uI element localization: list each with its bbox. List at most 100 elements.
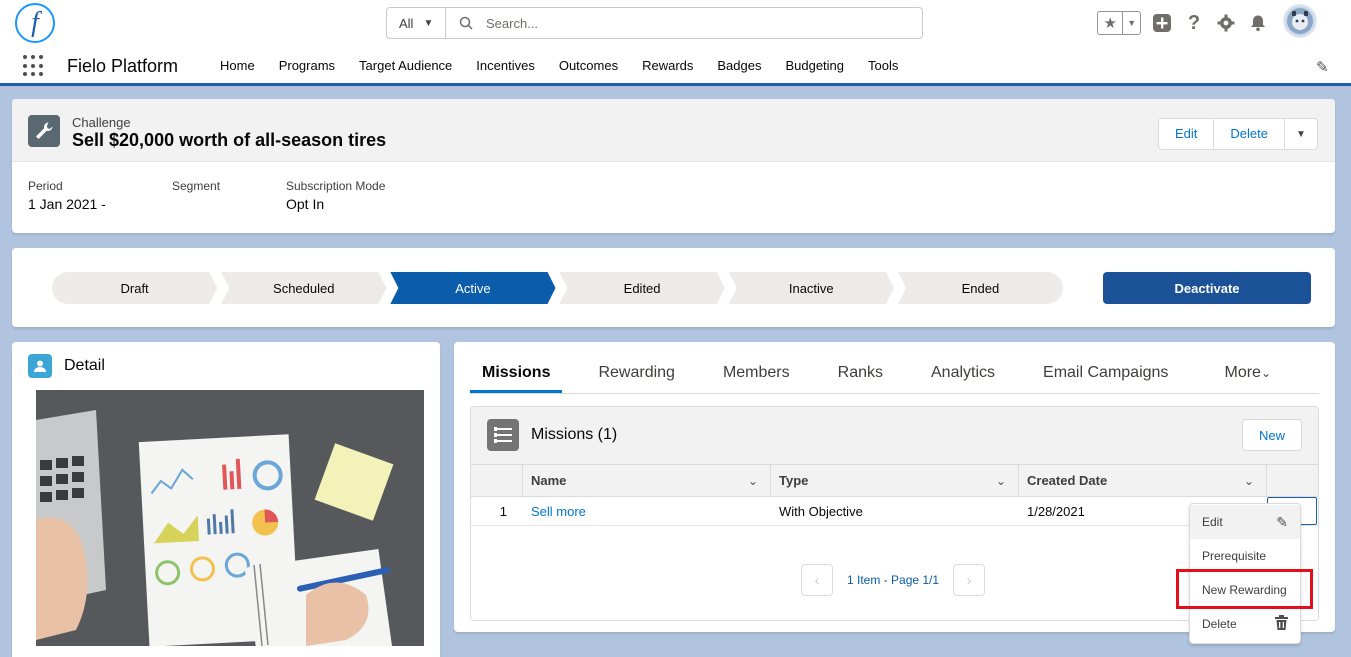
nav-item-outcomes[interactable]: Outcomes xyxy=(547,46,630,86)
deactivate-button[interactable]: Deactivate xyxy=(1103,272,1311,304)
related-list-header: Missions (1) New xyxy=(471,407,1318,464)
related-list-title: Missions (1) xyxy=(531,426,618,443)
tab-members[interactable]: Members xyxy=(711,354,802,393)
path-stage-scheduled[interactable]: Scheduled xyxy=(221,272,386,304)
app-launcher-icon[interactable] xyxy=(23,55,45,77)
field-label: Segment xyxy=(172,179,221,193)
app-nav-bar: Fielo Platform Home Programs Target Audi… xyxy=(0,46,1351,86)
delete-button[interactable]: Delete xyxy=(1214,119,1285,149)
nav-item-target-audience[interactable]: Target Audience xyxy=(347,46,464,86)
star-icon[interactable]: ★ xyxy=(1098,12,1124,34)
record-type: Challenge xyxy=(72,115,131,130)
path-stage-edited[interactable]: Edited xyxy=(560,272,725,304)
avatar[interactable] xyxy=(1283,4,1317,38)
status-path: Draft Scheduled Active Edited Inactive E… xyxy=(52,272,1064,304)
chevron-down-icon[interactable]: ▼ xyxy=(1123,12,1140,34)
nav-item-rewards[interactable]: Rewards xyxy=(630,46,705,86)
column-header-actions xyxy=(1267,465,1318,496)
next-page-button[interactable]: › xyxy=(953,564,986,596)
field-subscription-mode: Subscription Mode Opt In xyxy=(286,179,385,213)
chevron-down-icon: ▼ xyxy=(423,17,434,29)
new-mission-button[interactable]: New xyxy=(1242,419,1302,451)
column-header-name[interactable]: Name ⌄ xyxy=(523,465,771,496)
global-search: All ▼ xyxy=(386,7,923,39)
path-stage-ended[interactable]: Ended xyxy=(897,272,1064,304)
chevron-down-icon[interactable]: ⌄ xyxy=(748,474,758,488)
pagination: ‹ 1 Item - Page 1/1 › xyxy=(801,564,986,596)
tab-analytics[interactable]: Analytics xyxy=(919,354,1007,393)
status-path-card: Draft Scheduled Active Edited Inactive E… xyxy=(12,248,1335,327)
gear-icon[interactable] xyxy=(1215,11,1237,35)
bell-icon[interactable] xyxy=(1247,11,1269,35)
row-number: 1 xyxy=(499,503,507,519)
tab-email-campaigns[interactable]: Email Campaigns xyxy=(1031,354,1180,393)
chevron-down-icon[interactable]: ⌄ xyxy=(996,474,1006,488)
table-header: Name ⌄ Type ⌄ Created Date ⌄ xyxy=(471,464,1318,497)
nav-item-tools[interactable]: Tools xyxy=(856,46,910,86)
nav-item-badges[interactable]: Badges xyxy=(705,46,773,86)
column-label: Type xyxy=(779,473,809,488)
edit-button[interactable]: Edit xyxy=(1159,119,1215,149)
wrench-icon xyxy=(28,115,60,147)
field-period: Period 1 Jan 2021 - xyxy=(28,179,122,213)
previous-page-button[interactable]: ‹ xyxy=(801,564,833,596)
tab-more-label: More xyxy=(1224,364,1261,381)
chevron-down-icon[interactable]: ▼ xyxy=(1285,119,1317,149)
detail-title: Detail xyxy=(64,357,105,374)
menu-item-label: Edit xyxy=(1202,515,1223,529)
nav-item-home[interactable]: Home xyxy=(208,46,267,86)
global-header: f All ▼ ★ ▼ ? xyxy=(0,0,1351,46)
field-label: Period xyxy=(28,179,63,193)
chevron-down-icon[interactable]: ⌄ xyxy=(1244,474,1254,488)
record-title: Sell $20,000 worth of all-season tires xyxy=(72,130,387,150)
detail-card: Detail xyxy=(12,342,440,657)
highlight-box xyxy=(1176,569,1313,609)
nav-item-incentives[interactable]: Incentives xyxy=(464,46,547,86)
pencil-icon: ✎ xyxy=(1276,513,1288,530)
add-icon[interactable] xyxy=(1151,11,1173,35)
tab-more[interactable]: More⌄ xyxy=(1212,354,1283,393)
field-value xyxy=(172,196,236,213)
record-header: Challenge Sell $20,000 worth of all-seas… xyxy=(12,99,1335,233)
column-header-created-date[interactable]: Created Date ⌄ xyxy=(1019,465,1267,496)
path-stage-draft[interactable]: Draft xyxy=(52,272,217,304)
menu-item-label: Delete xyxy=(1202,617,1237,631)
column-header-type[interactable]: Type ⌄ xyxy=(771,465,1019,496)
search-input[interactable] xyxy=(486,15,886,31)
record-actions: Edit Delete ▼ xyxy=(1158,118,1318,150)
menu-item-label: Prerequisite xyxy=(1202,549,1267,563)
column-header-row-number xyxy=(471,465,523,496)
search-scope-dropdown[interactable]: All ▼ xyxy=(387,8,446,38)
pencil-icon[interactable]: ✎ xyxy=(1316,58,1329,76)
help-icon[interactable]: ? xyxy=(1183,11,1205,35)
tab-rewarding[interactable]: Rewarding xyxy=(586,354,686,393)
field-segment: Segment xyxy=(172,179,236,213)
search-scope-label: All xyxy=(399,15,414,31)
menu-item-prerequisite[interactable]: Prerequisite xyxy=(1190,539,1300,573)
fielo-logo[interactable]: f xyxy=(15,3,55,43)
related-tabs: Missions Rewarding Members Ranks Analyti… xyxy=(470,354,1319,394)
tab-ranks[interactable]: Ranks xyxy=(826,354,895,393)
path-stage-active[interactable]: Active xyxy=(390,272,555,304)
search-icon xyxy=(446,16,486,30)
header-actions: ★ ▼ ? xyxy=(1097,4,1317,38)
nav-item-budgeting[interactable]: Budgeting xyxy=(773,46,856,86)
field-label: Subscription Mode xyxy=(286,179,386,193)
trash-icon xyxy=(1275,615,1288,633)
contact-icon xyxy=(28,354,52,378)
field-value: Opt In xyxy=(286,196,325,212)
mission-name-link[interactable]: Sell more xyxy=(523,504,771,519)
path-stage-inactive[interactable]: Inactive xyxy=(729,272,894,304)
menu-item-edit[interactable]: Edit ✎ xyxy=(1190,505,1300,539)
nav-items: Home Programs Target Audience Incentives… xyxy=(208,46,910,86)
list-icon xyxy=(487,419,519,451)
tab-missions[interactable]: Missions xyxy=(470,354,563,393)
column-label: Name xyxy=(531,473,567,488)
record-fields: Period 1 Jan 2021 - Segment Subscription… xyxy=(28,179,435,213)
pagination-text: 1 Item - Page 1/1 xyxy=(847,573,940,587)
app-name: Fielo Platform xyxy=(67,56,179,76)
nav-item-programs[interactable]: Programs xyxy=(267,46,347,86)
column-label: Created Date xyxy=(1027,473,1108,488)
menu-item-delete[interactable]: Delete xyxy=(1190,607,1300,641)
challenge-image xyxy=(36,390,424,646)
